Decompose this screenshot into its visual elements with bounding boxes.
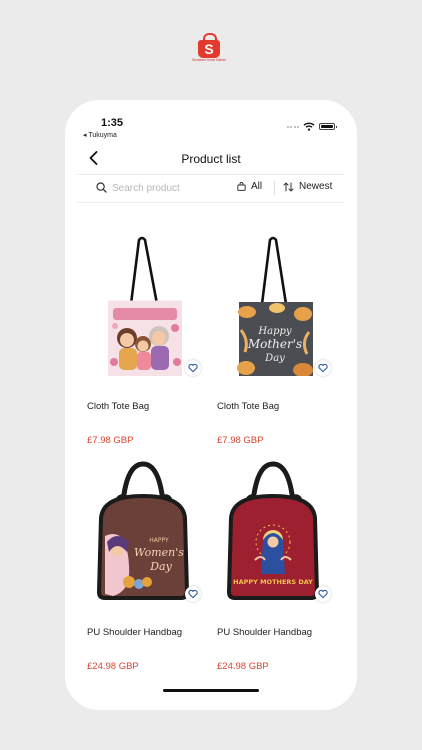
logo-letter: S <box>204 41 214 57</box>
brand-logo: S Sunbeam Home Market <box>192 32 226 66</box>
handbag-image: HAPPY MOTHERS DAY <box>226 461 320 600</box>
heart-icon <box>188 363 198 373</box>
category-filter-label: All <box>251 181 263 192</box>
heart-icon <box>188 589 198 599</box>
product-name: PU Shoulder Handbag <box>87 627 183 638</box>
product-image[interactable]: Happy Mother's Day <box>217 230 331 376</box>
tote-bag-image: Happy Mother's Day <box>237 236 313 376</box>
product-name: Cloth Tote Bag <box>217 401 280 412</box>
svg-text:Women's: Women's <box>134 546 184 559</box>
status-time: 1:35 <box>101 117 124 129</box>
category-filter-button[interactable]: All <box>237 181 262 192</box>
phone-screen: 1:35 ◂ Tukuyma Product list All <box>65 100 357 710</box>
product-price: £7.98 GBP <box>217 435 264 446</box>
svg-text:Happy: Happy <box>257 326 291 337</box>
search-icon <box>96 182 107 193</box>
sort-button[interactable]: Newest <box>283 181 332 192</box>
svg-text:Day: Day <box>149 560 172 573</box>
svg-text:Mother's: Mother's <box>247 337 302 351</box>
search-input[interactable] <box>112 180 222 196</box>
handbag-image: HAPPY Women's Day <box>96 461 190 600</box>
product-card[interactable]: HAPPY MOTHERS DAY PU Shoulder Handbag £2… <box>217 456 331 672</box>
divider <box>77 202 345 203</box>
heart-icon <box>318 589 328 599</box>
divider <box>77 174 345 175</box>
filter-bar: All Newest <box>65 180 357 202</box>
bag-icon <box>237 182 246 191</box>
product-image[interactable] <box>87 230 201 376</box>
product-price: £7.98 GBP <box>87 435 134 446</box>
tote-bag-image <box>108 236 182 376</box>
logo-text: Sunbeam Home Market <box>192 58 226 62</box>
svg-text:HAPPY: HAPPY <box>149 537 169 544</box>
home-indicator[interactable] <box>163 689 259 692</box>
product-card[interactable]: Happy Mother's Day Cloth Tote Bag £7.98 … <box>217 230 331 446</box>
product-price: £24.98 GBP <box>217 661 269 672</box>
sort-arrows-icon <box>283 182 294 191</box>
favorite-button[interactable] <box>315 586 331 602</box>
sort-label: Newest <box>299 181 333 192</box>
svg-text:Day: Day <box>264 353 285 364</box>
status-icons <box>286 122 337 131</box>
nav-header: Product list <box>65 147 357 173</box>
product-card[interactable]: Cloth Tote Bag £7.98 GBP <box>87 230 201 446</box>
product-price: £24.98 GBP <box>87 661 139 672</box>
favorite-button[interactable] <box>185 360 201 376</box>
heart-icon <box>318 363 328 373</box>
product-name: Cloth Tote Bag <box>87 401 150 412</box>
product-image[interactable]: HAPPY MOTHERS DAY <box>217 456 331 602</box>
signal-icon <box>286 125 299 128</box>
page-title: Product list <box>181 152 241 166</box>
favorite-button[interactable] <box>315 360 331 376</box>
filter-separator <box>274 181 275 195</box>
product-name: PU Shoulder Handbag <box>217 627 313 638</box>
wifi-icon <box>303 122 315 131</box>
svg-text:HAPPY MOTHERS DAY: HAPPY MOTHERS DAY <box>233 578 313 586</box>
battery-icon <box>319 123 337 130</box>
product-image[interactable]: HAPPY Women's Day <box>87 456 201 602</box>
product-card[interactable]: HAPPY Women's Day PU Shoulder Handbag £2… <box>87 456 201 672</box>
back-to-app-link[interactable]: ◂ Tukuyma <box>83 131 117 139</box>
favorite-button[interactable] <box>185 586 201 602</box>
